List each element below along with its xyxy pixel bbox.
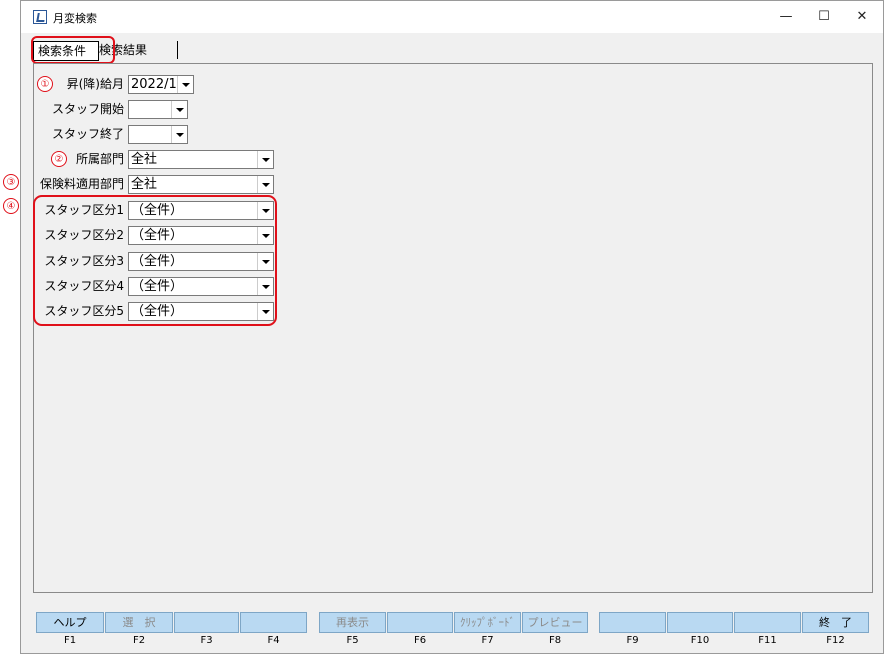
title-bar: 月変検索 — ☐ ✕	[21, 1, 883, 33]
number-marker-1: ①	[37, 76, 53, 92]
fkey-f11-button[interactable]	[734, 612, 801, 633]
fkey-f1-help-button[interactable]: ヘルプ	[36, 612, 104, 633]
staff-end-label: スタッフ終了	[51, 127, 124, 141]
fkey-f1-label: F1	[63, 635, 77, 646]
insurance-department-label: 保険料適用部門	[39, 177, 124, 191]
fkey-f8-preview-button[interactable]: プレビュー	[522, 612, 588, 633]
department-value: 全社	[131, 152, 158, 167]
chevron-down-icon[interactable]	[171, 126, 187, 143]
number-marker-2: ②	[51, 151, 67, 167]
chevron-down-icon[interactable]	[171, 101, 187, 118]
staff-category-highlight-box	[33, 195, 277, 326]
fkey-f8-label: F8	[548, 635, 562, 646]
window-title: 月変検索	[53, 12, 97, 25]
fkey-f5-label: F5	[346, 635, 359, 646]
app-icon	[33, 10, 47, 24]
department-select[interactable]: 全社	[128, 150, 274, 169]
field-row-department: 所属部門	[21, 149, 124, 169]
department-label: 所属部門	[75, 152, 124, 166]
close-button[interactable]: ✕	[847, 7, 877, 27]
number-marker-4: ④	[3, 198, 19, 214]
fkey-f11-label: F11	[758, 635, 777, 646]
staff-start-label: スタッフ開始	[51, 102, 124, 116]
insurance-department-value: 全社	[131, 177, 158, 192]
chevron-down-icon[interactable]	[177, 76, 193, 93]
fkey-f7-clipboard-button[interactable]: ｸﾘｯﾌﾟﾎﾞｰﾄﾞ	[454, 612, 521, 633]
insurance-department-select[interactable]: 全社	[128, 175, 274, 194]
fkey-f6-button[interactable]	[387, 612, 453, 633]
field-row-staff-end: スタッフ終了	[21, 124, 124, 144]
fkey-f4-button[interactable]	[240, 612, 307, 633]
fkey-f3-button[interactable]	[174, 612, 239, 633]
field-row-insurance-department: 保険料適用部門	[21, 174, 124, 194]
fkey-f10-button[interactable]	[667, 612, 733, 633]
raise-month-select[interactable]: 2022/11	[128, 75, 194, 94]
fkey-f12-label: F12	[826, 635, 845, 646]
chevron-down-icon[interactable]	[257, 151, 273, 168]
fkey-f6-label: F6	[413, 635, 427, 646]
raise-month-label: 昇(降)給月	[66, 77, 124, 91]
app-window: 月変検索 — ☐ ✕ 検索条件 検索結果 昇(降)給月 ① 2022/11 スタ…	[20, 0, 884, 654]
fkey-f3-label: F3	[200, 635, 213, 646]
number-marker-3: ③	[3, 174, 19, 190]
fkey-f2-label: F2	[132, 635, 146, 646]
field-row-staff-start: スタッフ開始	[21, 99, 124, 119]
maximize-button[interactable]: ☐	[809, 7, 839, 27]
fkey-f10-label: F10	[690, 635, 710, 646]
chevron-down-icon[interactable]	[257, 176, 273, 193]
fkey-f9-button[interactable]	[599, 612, 666, 633]
fkey-f7-label: F7	[481, 635, 494, 646]
tab-highlight-box	[31, 36, 115, 64]
fkey-f2-select-button[interactable]: 選 択	[105, 612, 173, 633]
fkey-f9-label: F9	[626, 635, 639, 646]
fkey-f12-exit-button[interactable]: 終 了	[802, 612, 869, 633]
minimize-button[interactable]: —	[771, 7, 801, 27]
fkey-f4-label: F4	[267, 635, 280, 646]
staff-end-select[interactable]	[128, 125, 188, 144]
fkey-f5-refresh-button[interactable]: 再表示	[319, 612, 386, 633]
staff-start-select[interactable]	[128, 100, 188, 119]
